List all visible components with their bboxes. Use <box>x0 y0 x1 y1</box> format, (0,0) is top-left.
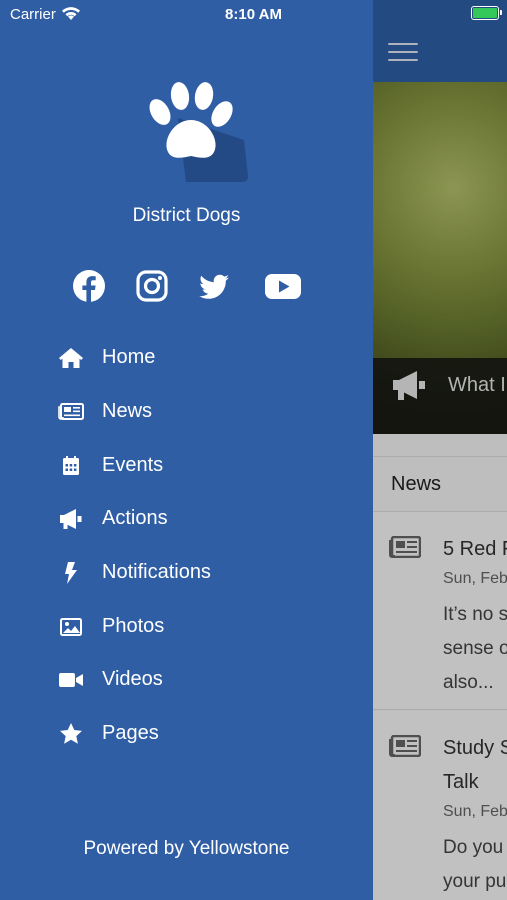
battery-icon <box>471 6 502 20</box>
clock-text: 8:10 AM <box>225 6 282 23</box>
app-name: District Dogs <box>132 205 241 226</box>
menu-item-label: Home <box>102 346 156 368</box>
menu-item-actions[interactable]: Actions <box>0 496 373 542</box>
menu-item-notifications[interactable]: Notifications <box>0 550 373 596</box>
calendar-icon <box>63 456 79 475</box>
image-icon <box>60 618 82 636</box>
newspaper-icon <box>58 403 84 420</box>
bolt-icon <box>65 562 77 584</box>
video-icon <box>59 673 83 687</box>
menu-item-label: News <box>102 400 153 422</box>
menu-item-label: Pages <box>102 722 159 744</box>
menu-item-label: Photos <box>102 615 165 637</box>
menu-item-label: Events <box>102 454 164 476</box>
twitter-icon[interactable] <box>196 268 232 304</box>
menu-item-events[interactable]: Events <box>0 443 373 489</box>
youtube-icon[interactable] <box>264 268 302 304</box>
menu-item-home[interactable]: Home <box>0 335 373 381</box>
menu-item-photos[interactable]: Photos <box>0 604 373 650</box>
menu-item-label: Videos <box>102 668 163 690</box>
home-icon <box>59 348 83 368</box>
star-icon <box>60 723 82 744</box>
menu-item-label: Actions <box>102 507 168 529</box>
clock: 8:10 AM <box>0 6 507 23</box>
facebook-icon[interactable] <box>71 268 107 304</box>
navigation-drawer: District Dogs Home News Events Actions N… <box>0 0 373 900</box>
paw-logo-icon <box>149 82 248 182</box>
menu-item-news[interactable]: News <box>0 389 373 435</box>
status-bar: Carrier 8:10 AM <box>0 0 507 30</box>
menu-item-pages[interactable]: Pages <box>0 711 373 757</box>
megaphone-icon <box>60 509 82 529</box>
instagram-icon[interactable] <box>134 268 170 304</box>
powered-by-footer[interactable]: Powered by Yellowstone <box>0 838 373 860</box>
menu-item-label: Notifications <box>102 561 211 583</box>
menu-item-videos[interactable]: Videos <box>0 657 373 703</box>
